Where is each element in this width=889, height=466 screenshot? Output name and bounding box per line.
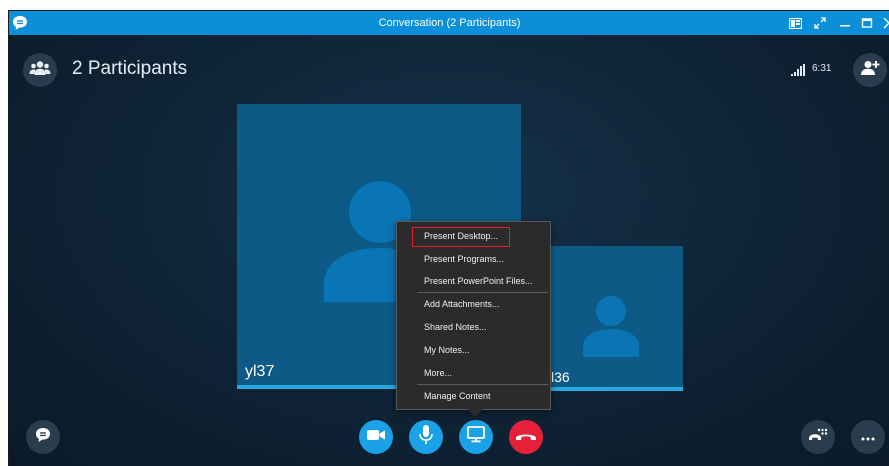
- participant-name: yl37: [245, 363, 275, 380]
- maximize-icon[interactable]: [859, 15, 875, 31]
- call-duration: 6:31: [812, 63, 832, 74]
- menu-item-present-desktop[interactable]: Present Desktop...: [412, 227, 510, 247]
- add-participant-button[interactable]: [853, 53, 887, 87]
- menu-item-more[interactable]: More...: [424, 366, 452, 380]
- more-options-button[interactable]: [851, 420, 885, 454]
- microphone-button[interactable]: [409, 420, 443, 454]
- video-camera-icon: [367, 428, 385, 446]
- ellipsis-icon: [861, 428, 875, 446]
- window-title: Conversation (2 Participants): [378, 17, 521, 29]
- title-bar: Conversation (2 Participants): [9, 11, 889, 35]
- avatar-placeholder-icon: [583, 295, 639, 362]
- fullscreen-icon[interactable]: [812, 15, 828, 31]
- chat-bubble-icon: [34, 426, 52, 449]
- signal-strength-icon: [791, 63, 805, 76]
- chat-button[interactable]: [26, 420, 60, 454]
- layout-view-icon[interactable]: [787, 15, 803, 31]
- participant-name: l36: [551, 369, 570, 385]
- close-icon[interactable]: [881, 15, 889, 31]
- speaking-indicator: [537, 387, 683, 391]
- menu-item-add-attachments[interactable]: Add Attachments...: [424, 297, 500, 311]
- menu-item-shared-notes[interactable]: Shared Notes...: [424, 320, 487, 334]
- hang-up-icon: [515, 428, 537, 446]
- present-button[interactable]: [459, 420, 493, 454]
- participants-button[interactable]: [23, 53, 57, 87]
- menu-item-present-powerpoint[interactable]: Present PowerPoint Files...: [424, 274, 533, 288]
- minimize-icon[interactable]: [837, 15, 853, 31]
- add-person-icon: [860, 60, 880, 81]
- participant-tile-secondary[interactable]: l36: [537, 246, 683, 391]
- menu-item-manage-content[interactable]: Manage Content: [424, 389, 491, 403]
- menu-separator: [417, 292, 548, 293]
- microphone-icon: [419, 424, 433, 450]
- present-menu: Present Desktop... Present Programs... P…: [396, 221, 551, 410]
- people-icon: [29, 60, 51, 81]
- hang-up-button[interactable]: [509, 420, 543, 454]
- menu-separator: [417, 384, 548, 385]
- video-button[interactable]: [359, 420, 393, 454]
- menu-item-my-notes[interactable]: My Notes...: [424, 343, 470, 357]
- menu-item-present-programs[interactable]: Present Programs...: [424, 252, 504, 266]
- menu-pointer: [467, 409, 483, 417]
- call-controls-button[interactable]: [801, 420, 835, 454]
- participants-title: 2 Participants: [72, 58, 188, 79]
- conversation-window: Conversation (2 Participants) 2 Particip…: [8, 10, 889, 466]
- phone-dialpad-icon: [808, 427, 828, 448]
- monitor-icon: [467, 426, 485, 448]
